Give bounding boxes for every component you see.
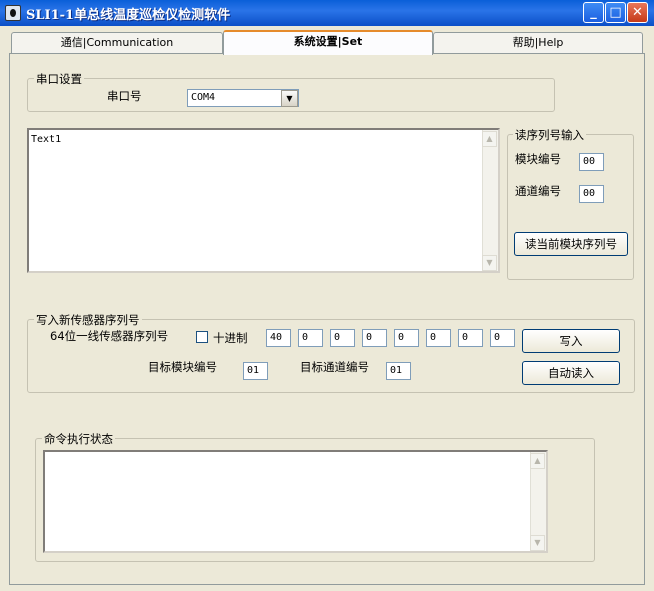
serial-settings-label: 串口设置: [34, 71, 84, 87]
read-serial-button[interactable]: 读当前模块序列号: [514, 232, 628, 256]
serial-byte-input[interactable]: 0: [458, 329, 483, 347]
main-textarea-scrollbar[interactable]: [482, 130, 498, 271]
target-module-label: 目标模块编号: [148, 360, 217, 374]
channel-number-input[interactable]: 00: [579, 185, 604, 203]
serial-byte-input[interactable]: 40: [266, 329, 291, 347]
command-status-label: 命令执行状态: [42, 431, 115, 447]
target-channel-label: 目标通道编号: [300, 360, 369, 374]
target-module-input[interactable]: 01: [243, 362, 268, 380]
serial-byte-input[interactable]: 0: [362, 329, 387, 347]
port-label: 串口号: [107, 89, 142, 103]
close-button[interactable]: ✕: [627, 2, 648, 23]
scroll-up-icon[interactable]: ▲: [530, 453, 545, 469]
maximize-button[interactable]: □: [605, 2, 626, 23]
serial-byte-input[interactable]: 0: [330, 329, 355, 347]
scroll-down-icon[interactable]: ▼: [530, 535, 545, 551]
main-textarea[interactable]: Text1: [27, 128, 500, 273]
minimize-button[interactable]: _: [583, 2, 604, 23]
port-select-value: COM4: [191, 92, 216, 103]
decimal-checkbox[interactable]: [196, 331, 208, 343]
auto-read-button[interactable]: 自动读入: [522, 361, 620, 385]
serial-byte-input[interactable]: 0: [298, 329, 323, 347]
scroll-up-icon[interactable]: ▲: [482, 131, 497, 147]
serial-byte-input[interactable]: 0: [490, 329, 515, 347]
window-title: SLI1-1单总线温度巡检仪检测软件: [26, 8, 231, 23]
app-icon: [5, 5, 21, 21]
status-textarea[interactable]: [43, 450, 548, 553]
scroll-down-icon[interactable]: ▼: [482, 255, 497, 271]
target-channel-input[interactable]: 01: [386, 362, 411, 380]
decimal-label: 十进制: [213, 331, 248, 345]
tab-communication[interactable]: 通信|Communication: [11, 32, 223, 54]
main-textarea-value: Text1: [31, 134, 62, 145]
sensor-serial-label: 64位一线传感器序列号: [50, 329, 169, 343]
tab-help[interactable]: 帮助|Help: [433, 32, 643, 54]
chevron-down-icon[interactable]: ▼: [281, 90, 298, 107]
channel-number-label: 通道编号: [515, 184, 561, 198]
serial-byte-input[interactable]: 0: [394, 329, 419, 347]
serial-byte-input[interactable]: 0: [426, 329, 451, 347]
read-serial-label: 读序列号输入: [513, 127, 586, 143]
module-number-label: 模块编号: [515, 152, 561, 166]
tab-settings[interactable]: 系统设置|Set: [223, 30, 433, 55]
module-number-input[interactable]: 00: [579, 153, 604, 171]
write-sensor-label: 写入新传感器序列号: [34, 312, 142, 328]
write-button[interactable]: 写入: [522, 329, 620, 353]
